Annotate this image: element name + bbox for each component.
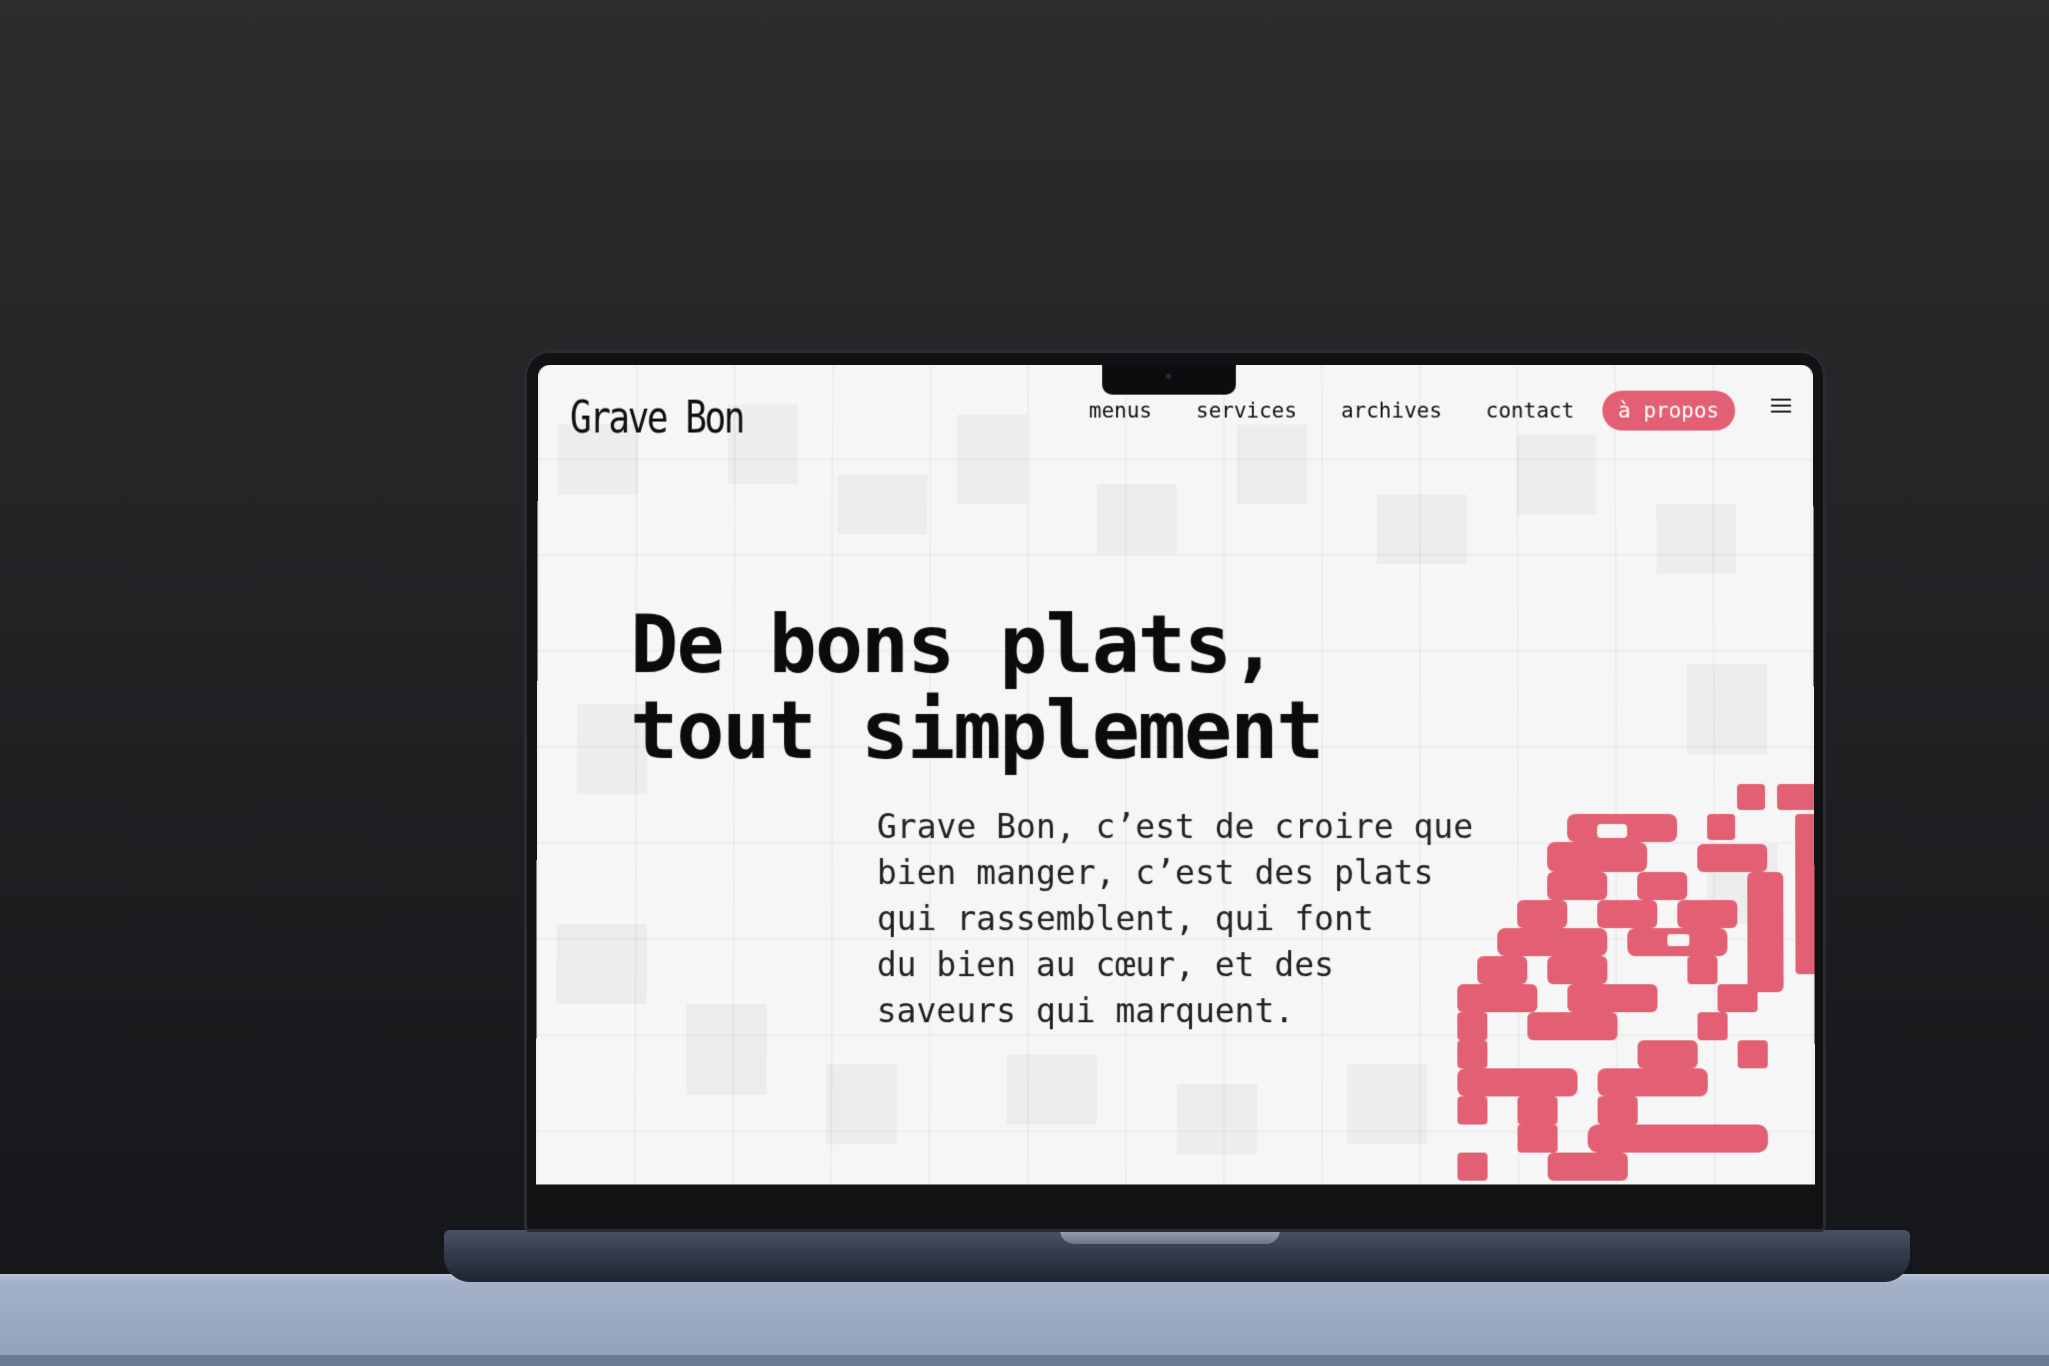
hero-headline: De bons plats, tout simplement [629,598,1323,777]
laptop-hinge-notch [1060,1230,1280,1244]
nav-link-services[interactable]: services [1196,399,1297,423]
hamburger-menu-icon[interactable] [1771,397,1793,415]
hamburger-line [1771,410,1792,413]
a-propos-button[interactable]: à propos [1602,390,1736,431]
nav-link-archives[interactable]: archives [1341,399,1442,423]
nav-link-contact[interactable]: contact [1486,399,1574,423]
camera-notch [1102,364,1236,395]
hamburger-line [1771,404,1792,407]
hamburger-line [1771,398,1791,401]
intro-line: saveurs qui marquent. [876,991,1295,1031]
nav-links: menus services archives contact à propos [1089,390,1736,431]
pixel-art-graphic [1457,783,1816,1181]
headline-line-1: De bons plats, [630,598,1277,692]
shelf-edge [0,1355,2049,1366]
camera-lens [1166,373,1172,379]
intro-line: qui rassemblent, qui font [876,899,1374,939]
site-logo[interactable]: Grave Bon [570,393,743,444]
laptop-screen: Grave Bon menus services archives contac… [535,364,1816,1185]
intro-line: Grave Bon, c’est de croire que [876,807,1474,847]
nav-link-menus[interactable]: menus [1089,399,1152,423]
intro-line: bien manger, c’est des plats [876,853,1434,893]
intro-line: du bien au cœur, et des [876,945,1335,985]
headline-line-2: tout simplement [629,684,1323,777]
shelf-surface [0,1274,2049,1366]
